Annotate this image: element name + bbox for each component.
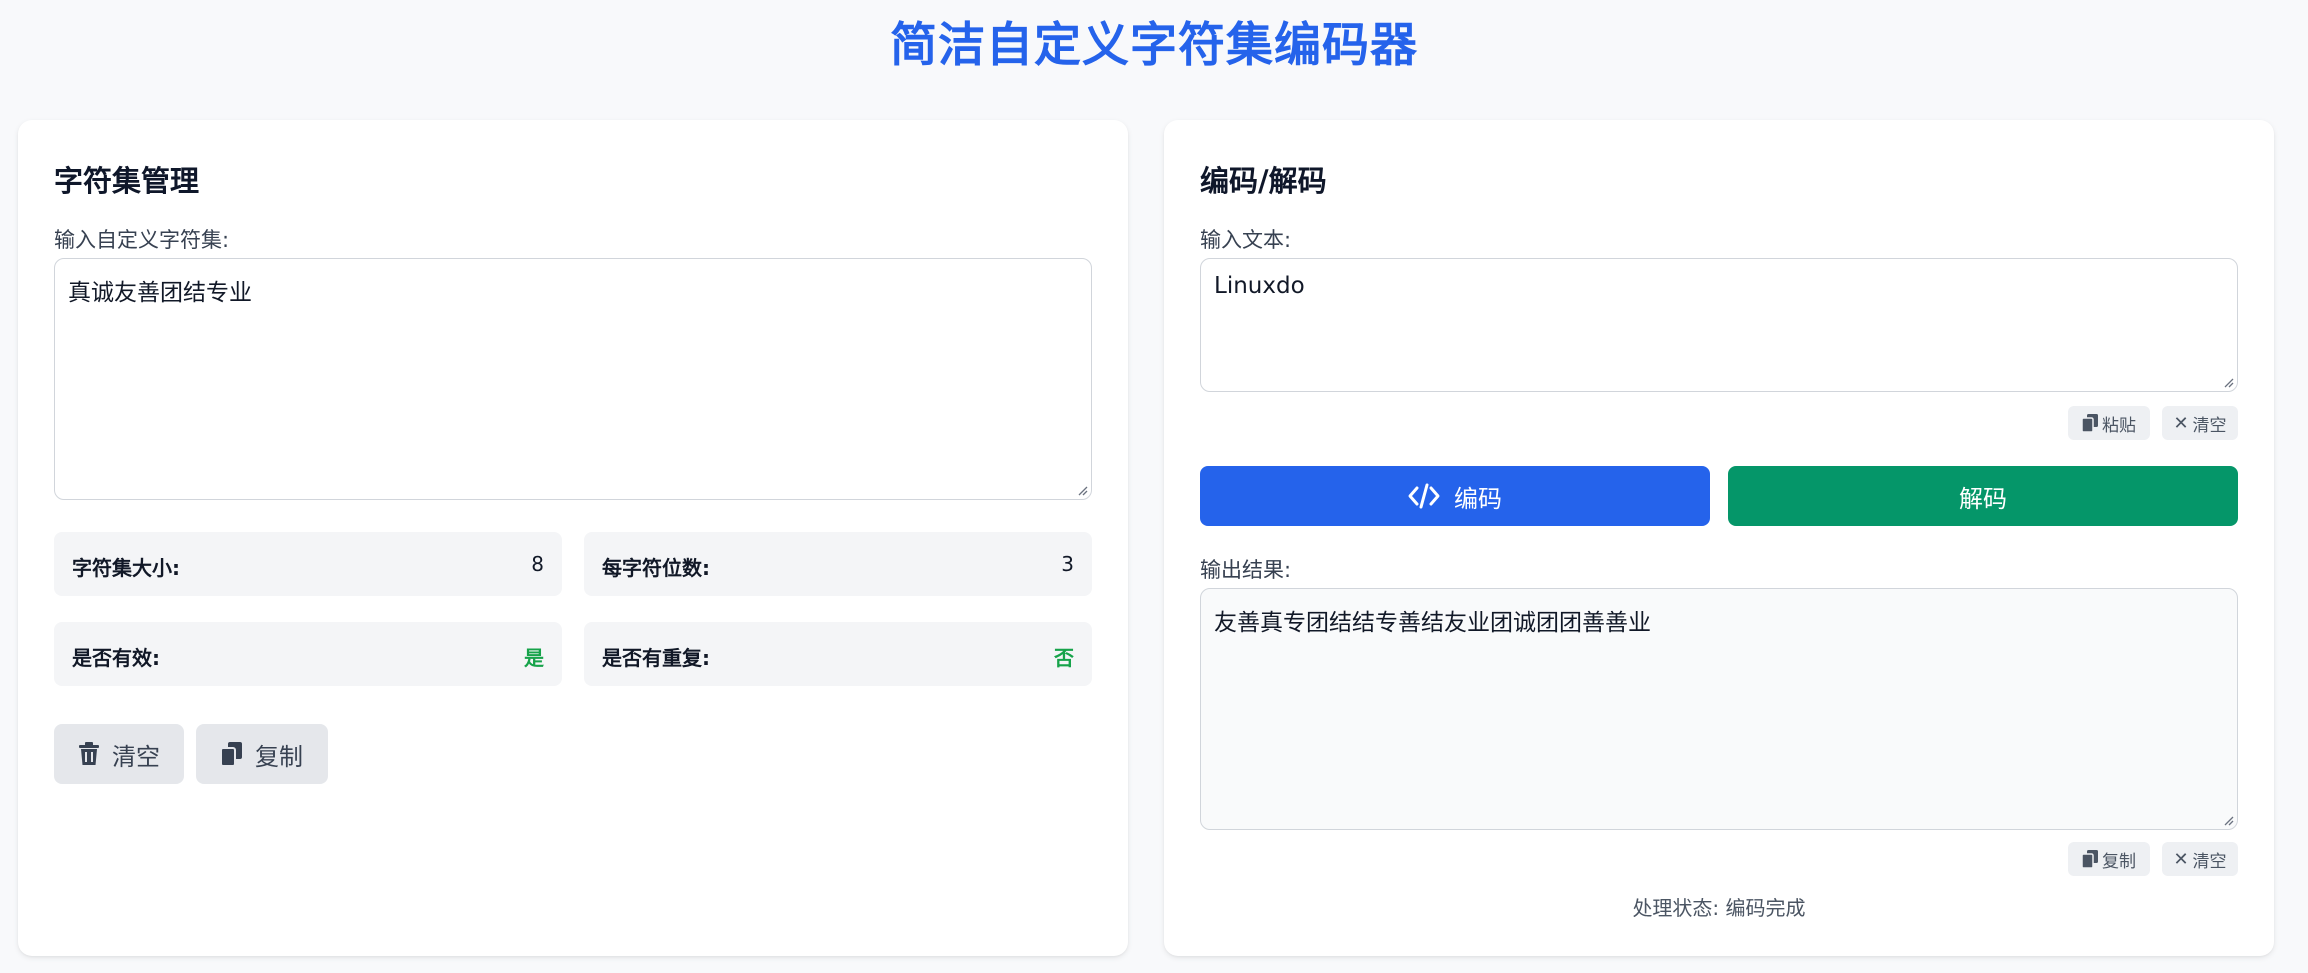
duplicate-value: 否	[1054, 646, 1074, 670]
status-text: 处理状态: 编码完成	[1632, 896, 1806, 920]
duplicate-label: 是否有重复:	[602, 646, 710, 670]
output-copy-label: 复制	[2102, 851, 2136, 872]
copy-icon	[221, 742, 242, 766]
bits-per-char-value: 3	[1061, 552, 1074, 576]
charset-input-value: 真诚友善团结专业	[68, 280, 252, 306]
charset-clear-button[interactable]: 清空	[54, 724, 184, 784]
paste-icon	[2082, 414, 2098, 432]
paste-label: 粘贴	[2102, 415, 2136, 436]
text-input[interactable]: Linuxdo	[1200, 258, 2238, 392]
output-clear-button[interactable]: ✕ 清空	[2162, 842, 2238, 876]
copy-icon	[2082, 850, 2098, 868]
duplicate-stat: 是否有重复: 否	[584, 622, 1092, 686]
output-clear-label: 清空	[2192, 851, 2227, 872]
paste-button[interactable]: 粘贴	[2068, 406, 2150, 440]
charset-copy-button[interactable]: 复制	[196, 724, 328, 784]
input-clear-button[interactable]: ✕ 清空	[2162, 406, 2238, 440]
bits-per-char-label: 每字符位数:	[602, 556, 710, 580]
codec-panel-title: 编码/解码	[1200, 164, 1327, 198]
encode-label: 编码	[1454, 484, 1502, 513]
input-clear-label: 清空	[2192, 415, 2227, 436]
codec-panel: 编码/解码 输入文本: Linuxdo 粘贴 ✕ 清空 编码 解码 输出结果: …	[1164, 120, 2274, 956]
charset-size-stat: 字符集大小: 8	[54, 532, 562, 596]
output-copy-button[interactable]: 复制	[2068, 842, 2150, 876]
charset-panel-title: 字符集管理	[54, 164, 200, 198]
text-input-value: Linuxdo	[1214, 273, 1305, 299]
charset-input-label: 输入自定义字符集:	[54, 228, 230, 252]
decode-label: 解码	[1959, 484, 2007, 513]
charset-input[interactable]: 真诚友善团结专业	[54, 258, 1092, 500]
charset-copy-label: 复制	[255, 742, 303, 771]
page-title: 简洁自定义字符集编码器	[890, 18, 1418, 73]
output-textarea[interactable]: 友善真专团结结专善结友业团诚团团善善业	[1200, 588, 2238, 830]
resize-handle-icon[interactable]	[1076, 484, 1088, 496]
charset-size-value: 8	[531, 552, 544, 576]
trash-icon	[79, 742, 99, 765]
output-label: 输出结果:	[1200, 558, 1292, 582]
validity-label: 是否有效:	[72, 646, 160, 670]
encode-button[interactable]: 编码	[1200, 466, 1710, 526]
bits-per-char-stat: 每字符位数: 3	[584, 532, 1092, 596]
validity-stat: 是否有效: 是	[54, 622, 562, 686]
resize-handle-icon[interactable]	[2222, 376, 2234, 388]
text-input-label: 输入文本:	[1200, 228, 1292, 252]
charset-panel: 字符集管理 输入自定义字符集: 真诚友善团结专业 字符集大小: 8 每字符位数:…	[18, 120, 1128, 956]
code-icon	[1408, 483, 1440, 509]
resize-handle-icon[interactable]	[2222, 814, 2234, 826]
close-icon: ✕	[2173, 848, 2189, 870]
charset-size-label: 字符集大小:	[72, 556, 180, 580]
validity-value: 是	[524, 646, 544, 670]
charset-clear-label: 清空	[112, 742, 160, 771]
close-icon: ✕	[2173, 412, 2189, 434]
output-value: 友善真专团结结专善结友业团诚团团善善业	[1214, 610, 1651, 636]
decode-button[interactable]: 解码	[1728, 466, 2238, 526]
